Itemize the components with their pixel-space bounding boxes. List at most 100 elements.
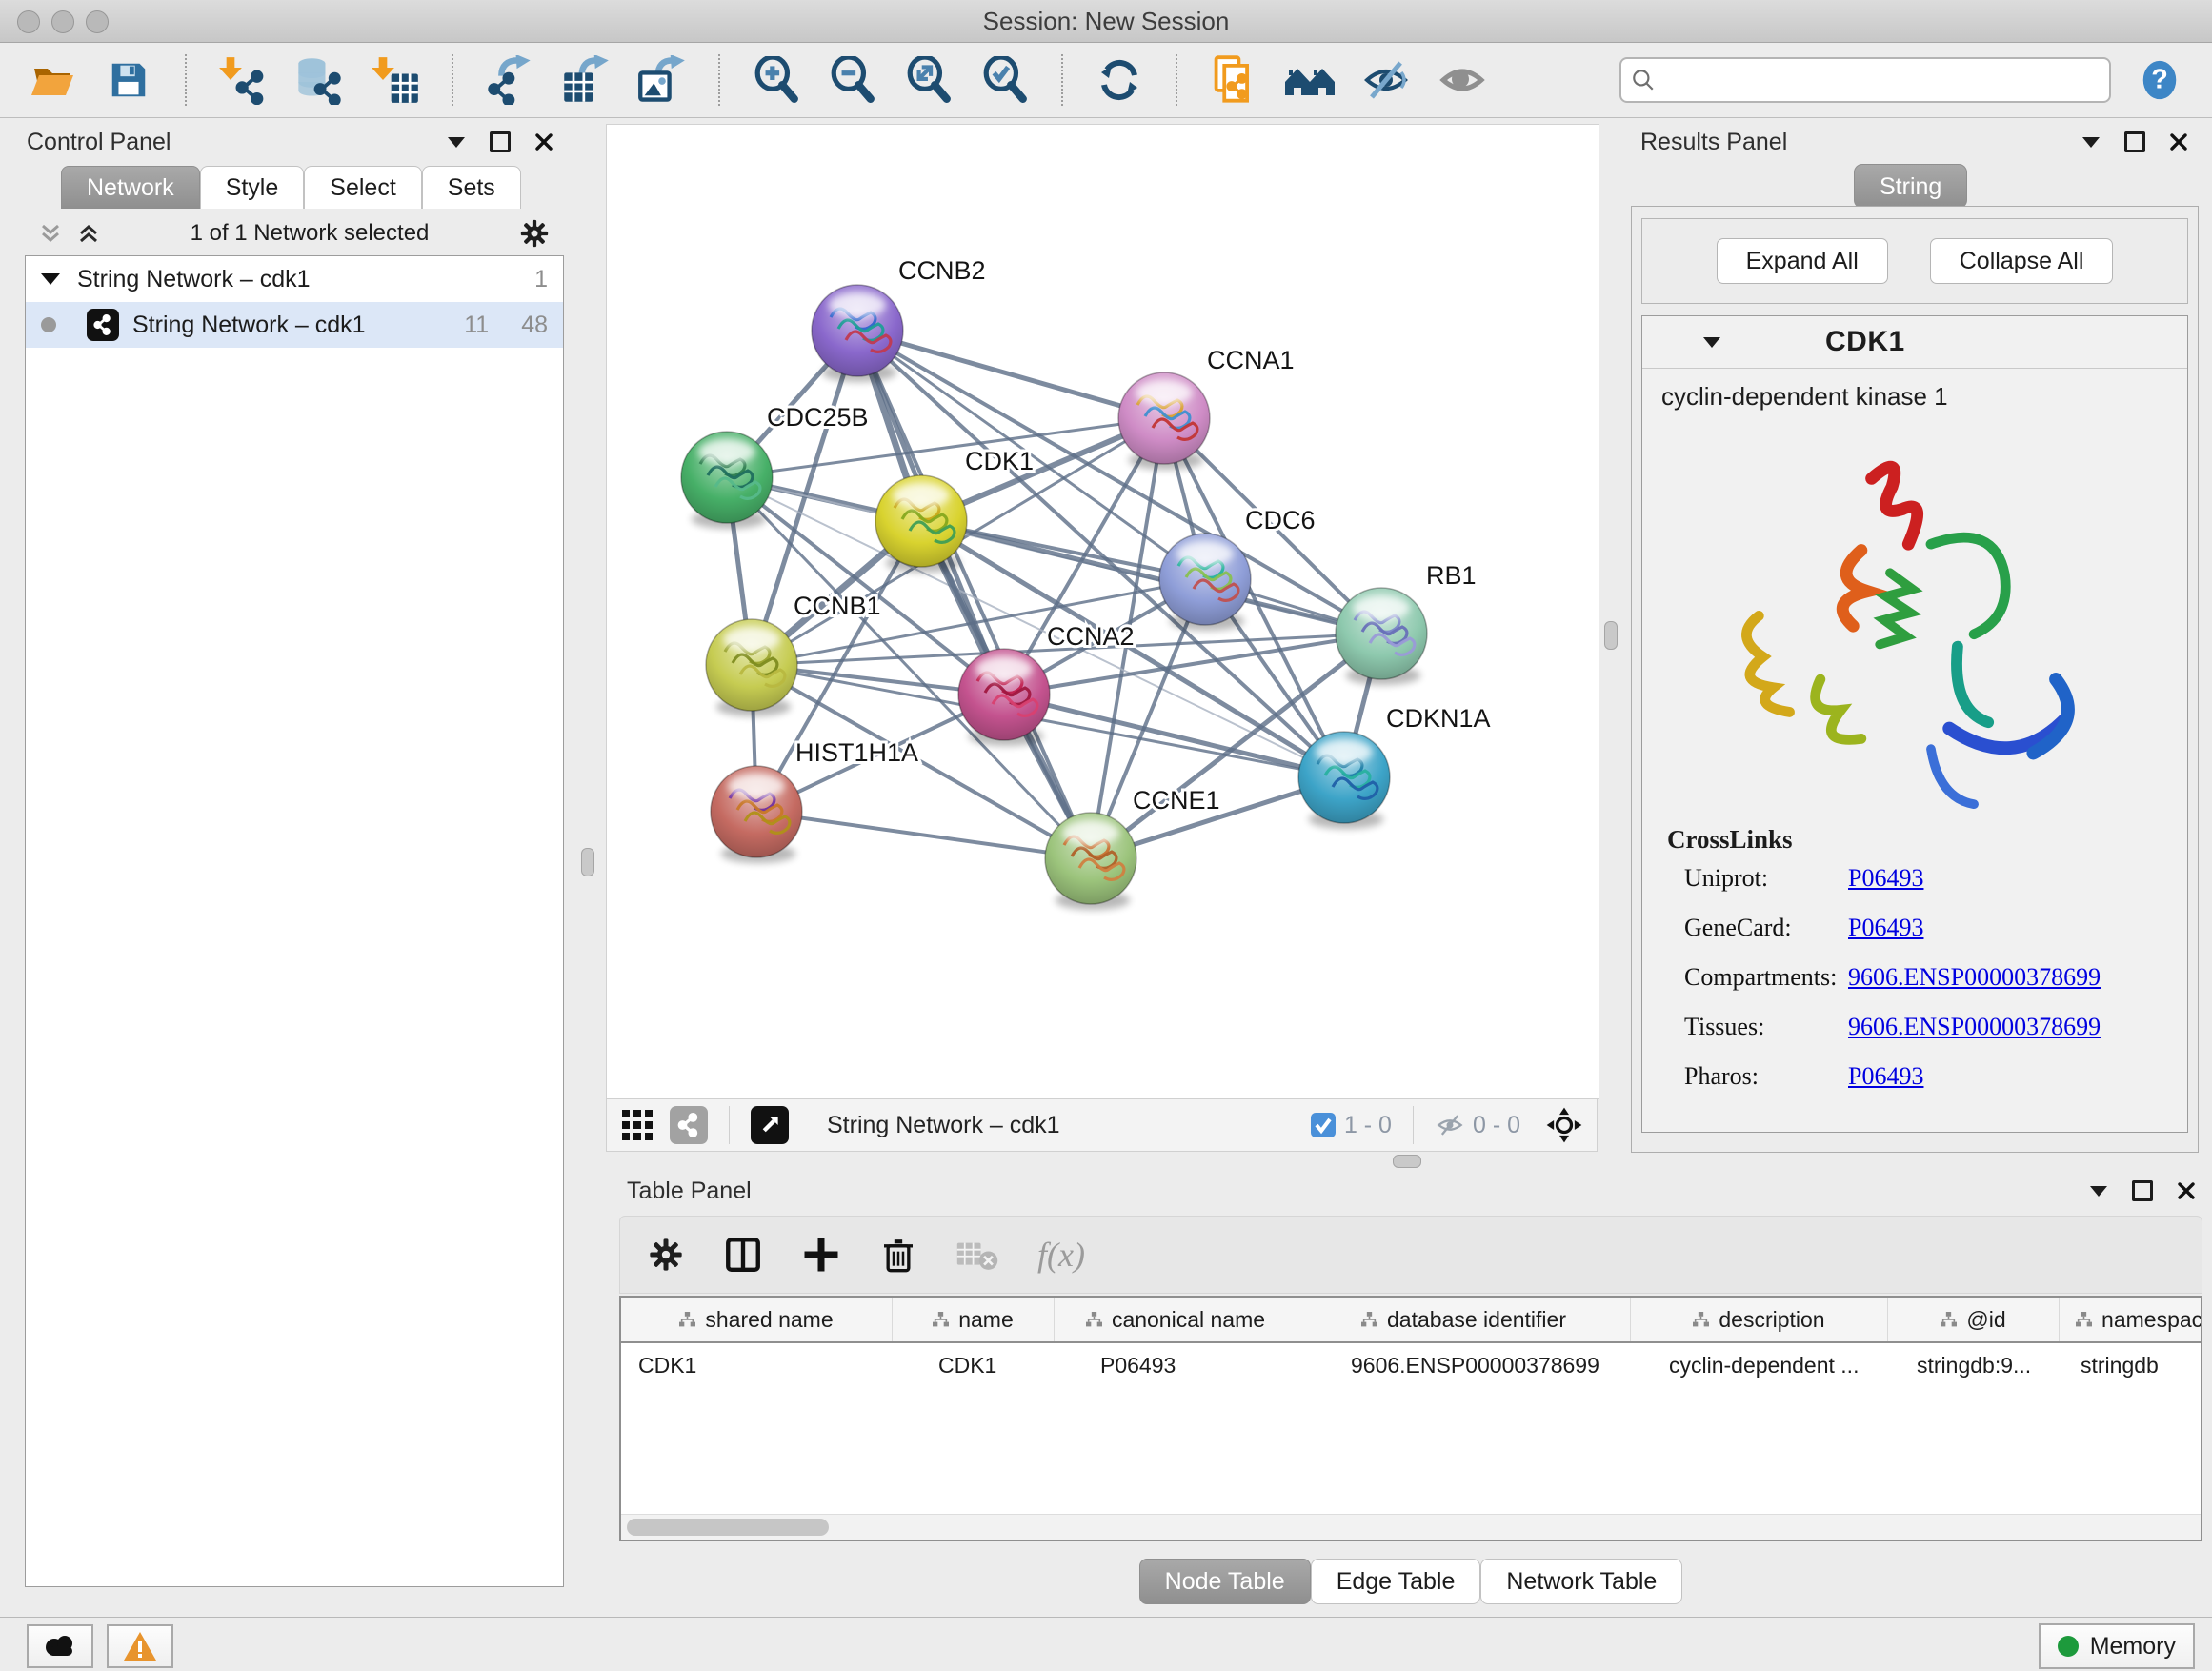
float-panel-icon[interactable] [490,131,511,152]
export-network-button[interactable] [482,52,537,108]
import-table-button[interactable] [368,52,423,108]
tab-select[interactable]: Select [304,166,421,209]
results-button-bar: Expand All Collapse All [1641,218,2188,304]
crosslink-link[interactable]: 9606.ENSP00000378699 [1848,1013,2101,1041]
column-type-icon [1941,1312,1957,1328]
pan-crosshair-icon[interactable] [1545,1106,1583,1144]
table-panel-header: Table Panel [610,1174,2212,1208]
left-splitter-handle[interactable] [581,848,594,876]
show-all-button[interactable] [1435,52,1490,108]
scrollbar-thumb[interactable] [627,1519,829,1536]
tab-sets[interactable]: Sets [422,166,521,209]
gear-icon[interactable] [518,217,551,250]
show-columns-icon[interactable] [723,1235,763,1275]
selected-checkbox-icon[interactable] [1310,1112,1337,1138]
duplicate-network-button[interactable] [1206,52,1261,108]
search-input[interactable] [1663,66,2100,94]
results-string-tab[interactable]: String [1854,164,1967,209]
collapse-all-icon[interactable] [38,222,63,245]
zoom-out-button[interactable] [825,52,880,108]
results-panel-title: Results Panel [1640,129,1787,156]
column-header[interactable]: namespace [2060,1298,2202,1341]
table-settings-gear-icon[interactable] [647,1236,685,1274]
table-row[interactable]: CDK1 CDK1 P06493 9606.ENSP00000378699 cy… [621,1343,2201,1387]
right-splitter-handle[interactable] [1604,621,1618,650]
column-label: shared name [705,1307,833,1333]
column-header[interactable]: database identifier [1297,1298,1631,1341]
export-image-button[interactable] [634,52,690,108]
cell-description: cyclin-dependent ... [1631,1353,1888,1379]
view-mode-icon[interactable] [670,1106,708,1144]
network-edge-CDK1-RB1[interactable] [921,521,1381,634]
tab-style[interactable]: Style [200,166,305,209]
delete-column-icon[interactable] [879,1235,917,1275]
panel-menu-icon[interactable] [2090,1186,2107,1197]
column-header[interactable]: canonical name [1055,1298,1297,1341]
import-network-from-database-button[interactable] [292,52,347,108]
crosslink-link[interactable]: P06493 [1848,864,1923,893]
grid-mode-icon[interactable] [620,1108,654,1142]
save-session-button[interactable] [101,52,156,108]
tab-edge-table[interactable]: Edge Table [1311,1559,1481,1604]
birdseye-view-icon[interactable] [751,1106,789,1144]
help-button[interactable]: ? [2132,52,2187,108]
entry-header[interactable]: CDK1 [1642,316,2187,369]
zoom-in-button[interactable] [749,52,804,108]
cloud-status-button[interactable] [27,1624,93,1668]
panel-menu-icon[interactable] [2082,137,2100,148]
horizontal-scrollbar[interactable] [621,1514,2201,1540]
add-column-icon[interactable] [801,1235,841,1275]
network-collection-row[interactable]: String Network – cdk1 1 [26,256,563,302]
crosslink-link[interactable]: 9606.ENSP00000378699 [1848,963,2101,992]
export-table-button[interactable] [558,52,613,108]
function-builder-button[interactable]: f(x) [1037,1235,1085,1275]
open-session-button[interactable] [25,52,80,108]
hide-selected-button[interactable] [1358,52,1414,108]
expand-all-button[interactable]: Expand All [1717,238,1888,284]
float-panel-icon[interactable] [2132,1180,2153,1201]
tree-expand-icon[interactable] [41,273,60,285]
import-network-file-button[interactable] [215,52,271,108]
cloud-icon [41,1632,79,1661]
network-edge-HIST1H1A-CCNE1[interactable] [756,812,1091,858]
tab-node-table[interactable]: Node Table [1139,1559,1311,1604]
node-label-HIST1H1A: HIST1H1A [795,738,918,767]
delete-table-icon[interactable] [955,1238,999,1272]
expand-all-icon[interactable] [76,222,101,245]
refresh-view-button[interactable] [1092,52,1147,108]
float-panel-icon[interactable] [2124,131,2145,152]
network-graph[interactable]: CCNB2CCNA1CDC25BCDK1CDC6RB1CCNB1CCNA2CDK… [607,125,1599,1098]
zoom-selected-button[interactable] [977,52,1033,108]
collapse-all-button[interactable]: Collapse All [1930,238,2114,284]
crosslink-link[interactable]: P06493 [1848,1062,1923,1091]
collapse-entry-icon[interactable] [1703,337,1720,348]
network-row[interactable]: String Network – cdk1 11 48 [26,302,563,348]
column-header[interactable]: shared name [621,1298,893,1341]
network-canvas[interactable]: CCNB2CCNA1CDC25BCDK1CDC6RB1CCNB1CCNA2CDK… [606,124,1599,1099]
edge-count: 48 [521,312,548,339]
warnings-button[interactable] [107,1624,173,1668]
column-header[interactable]: @id [1888,1298,2060,1341]
first-neighbors-button[interactable] [1282,52,1337,108]
crosslink-label: Compartments: [1684,963,1848,992]
close-panel-icon[interactable] [535,133,553,151]
node-table[interactable]: shared name name canonical name database… [619,1296,2202,1541]
crosslink-link[interactable]: P06493 [1848,914,1923,942]
column-type-icon [2076,1312,2092,1328]
gene-description: cyclin-dependent kinase 1 [1642,369,2187,412]
toolbar-search[interactable] [1619,57,2111,103]
tab-label: Network [87,174,174,202]
bottom-splitter-handle[interactable] [1393,1155,1421,1168]
close-panel-icon[interactable] [2178,1182,2195,1199]
column-header[interactable]: description [1631,1298,1888,1341]
column-header[interactable]: name [893,1298,1055,1341]
network-edge-CCNB2-CCNE1[interactable] [857,331,1091,858]
tab-network-table[interactable]: Network Table [1480,1559,1682,1604]
close-panel-icon[interactable] [2170,133,2187,151]
tab-network[interactable]: Network [61,166,200,209]
zoom-fit-button[interactable] [901,52,956,108]
memory-button[interactable]: Memory [2039,1623,2195,1669]
node-label-CCNE1: CCNE1 [1133,786,1220,815]
panel-menu-icon[interactable] [448,137,465,148]
toolbar-divider [1413,1106,1414,1144]
